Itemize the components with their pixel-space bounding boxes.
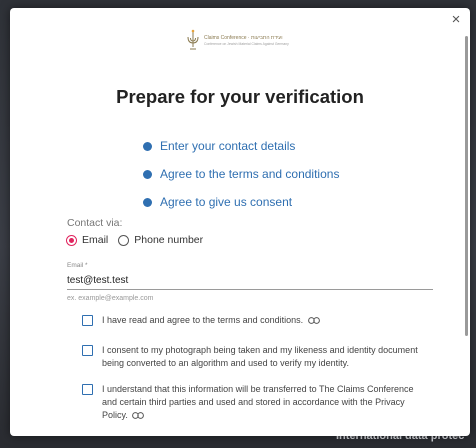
- consent-text: I understand that this information will …: [102, 384, 414, 420]
- step-label: Enter your contact details: [160, 139, 296, 153]
- terms-checkbox[interactable]: [82, 315, 93, 326]
- radio-email[interactable]: Email: [66, 234, 108, 246]
- photo-consent-checkbox[interactable]: [82, 345, 93, 356]
- step-label: Agree to the terms and conditions: [160, 167, 340, 181]
- close-icon[interactable]: ×: [448, 12, 464, 28]
- step-bullet-icon: [143, 197, 152, 207]
- link-icon[interactable]: [132, 412, 145, 419]
- claims-conference-logo: Claims Conference · ועידת התביעות Confer…: [186, 28, 289, 52]
- step-item: Agree to give us consent: [143, 188, 339, 216]
- radio-label: Email: [82, 234, 109, 246]
- step-label: Agree to give us consent: [160, 195, 293, 209]
- contact-method-radio-group: Email Phone number: [66, 234, 213, 246]
- consent-text: I have read and agree to the terms and c…: [102, 314, 320, 327]
- step-item: Enter your contact details: [143, 132, 339, 160]
- email-field[interactable]: [67, 271, 433, 290]
- page-title: Prepare for your verification: [116, 86, 364, 107]
- consent-data-transfer: I understand that this information will …: [82, 383, 422, 422]
- step-bullet-icon: [143, 141, 152, 151]
- consent-photograph: I consent to my photograph being taken a…: [82, 344, 422, 370]
- radio-label: Phone number: [134, 234, 204, 246]
- link-icon[interactable]: [307, 317, 320, 324]
- email-field-label: Email *: [67, 262, 88, 269]
- logo-subtitle: Conference on Jewish Material Claims Aga…: [204, 41, 289, 46]
- step-item: Agree to the terms and conditions: [143, 160, 339, 188]
- consent-text: I consent to my photograph being taken a…: [102, 345, 418, 368]
- radio-button[interactable]: [118, 234, 130, 246]
- step-bullet-icon: [143, 169, 152, 179]
- verification-steps: Enter your contact details Agree to the …: [143, 132, 339, 216]
- radio-phone-number[interactable]: Phone number: [118, 234, 203, 246]
- email-field-hint: ex. example@example.com: [67, 295, 154, 302]
- data-transfer-checkbox[interactable]: [82, 384, 93, 395]
- verification-modal: × Claims Conference · ועידת התביעות Conf…: [10, 8, 470, 436]
- logo-wordmark: Claims Conference · ועידת התביעות: [204, 34, 283, 41]
- scrollbar[interactable]: [465, 36, 468, 336]
- consent-terms: I have read and agree to the terms and c…: [82, 314, 422, 327]
- contact-via-label: Contact via:: [67, 217, 123, 229]
- radio-button-selected[interactable]: [66, 234, 77, 246]
- menorah-logo-icon: [187, 29, 199, 50]
